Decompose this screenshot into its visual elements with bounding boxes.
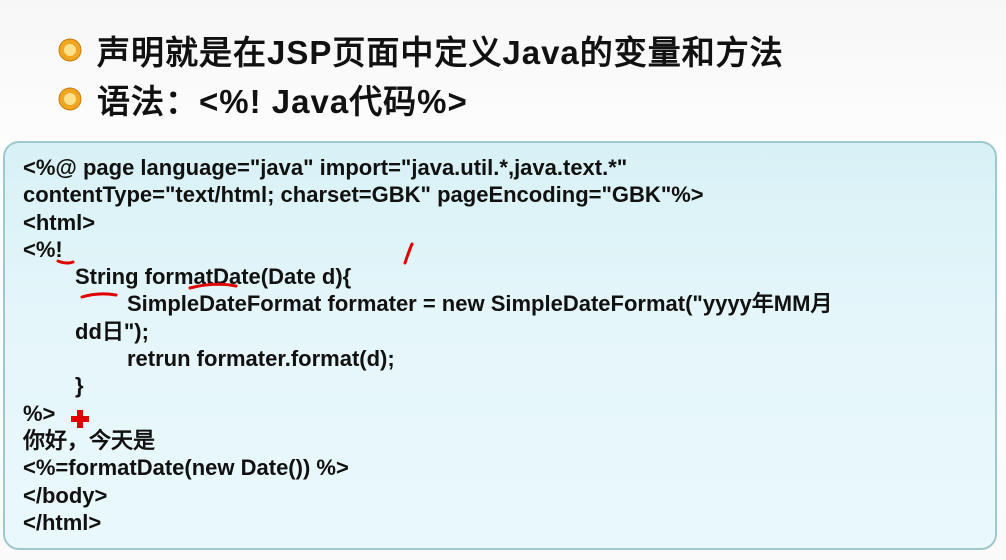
code-line: } [75, 373, 84, 399]
bullet-item: 声明就是在JSP页面中定义Java的变量和方法 [57, 27, 784, 73]
code-line: dd日"); [75, 318, 149, 344]
ring-bullet-icon [58, 38, 82, 62]
slide-header: 声明就是在JSP页面中定义Java的变量和方法 语法：<%! Java代码%> [0, 0, 1006, 135]
code-line: retrun formater.format(d); [127, 346, 395, 372]
code-example-box: <%@ page language="java" import="java.ut… [3, 141, 997, 550]
code-line: String formatDate(Date d){ [75, 264, 352, 290]
code-line: <%=formatDate(new Date()) %> [23, 455, 349, 481]
code-line: </html> [23, 509, 102, 535]
bullet-text: 语法：<%! Java代码%> [97, 83, 468, 120]
code-block: <%@ page language="java" import="java.ut… [23, 154, 983, 540]
ring-bullet-icon [58, 87, 82, 111]
code-line: 你好，今天是 [23, 427, 156, 453]
bullet-text: 声明就是在JSP页面中定义Java的变量和方法 [97, 34, 784, 71]
code-line: SimpleDateFormat formater = new SimpleDa… [127, 291, 833, 317]
code-line: <%! [23, 236, 63, 262]
code-line: %> [23, 400, 56, 426]
bullet-item: 语法：<%! Java代码%> [57, 76, 468, 122]
code-line: <html> [23, 209, 96, 235]
code-line: <%@ page language="java" import="java.ut… [23, 155, 628, 180]
code-line: </body> [23, 482, 108, 508]
code-line: contentType="text/html; charset=GBK" pag… [23, 182, 704, 208]
